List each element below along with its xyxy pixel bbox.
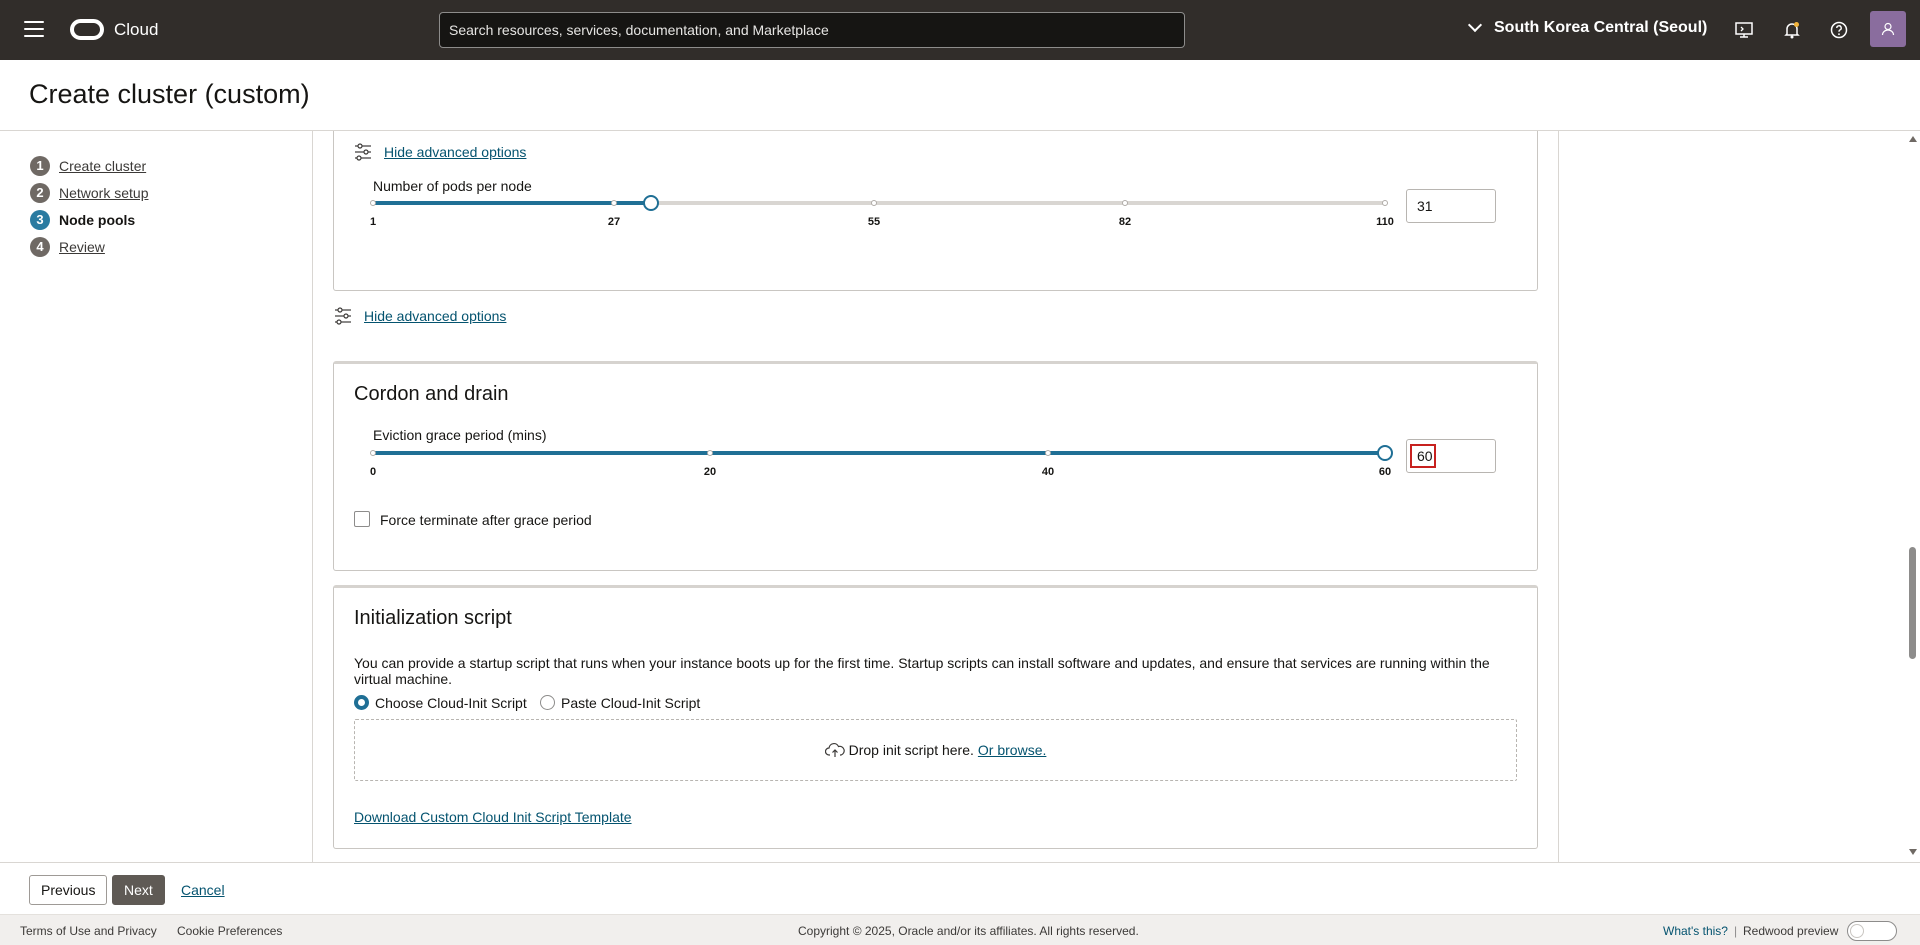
help-icon[interactable] — [1827, 18, 1851, 42]
tick-label: 40 — [1041, 466, 1055, 478]
download-template-link[interactable]: Download Custom Cloud Init Script Templa… — [354, 809, 632, 825]
step-label: Node pools — [59, 211, 136, 228]
tick-label: 27 — [607, 216, 621, 228]
eviction-grace-label: Eviction grace period (mins) — [373, 427, 547, 443]
footer: Terms of Use and Privacy Cookie Preferen… — [0, 914, 1920, 945]
hide-advanced-options-link-2[interactable]: Hide advanced options — [334, 307, 506, 325]
init-script-panel: Initialization script You can provide a … — [333, 585, 1538, 849]
step-label: Review — [59, 238, 105, 255]
highlight-box — [1410, 444, 1436, 468]
step-number: 4 — [30, 236, 50, 257]
cancel-link[interactable]: Cancel — [181, 882, 225, 898]
scroll-up-arrow[interactable] — [1909, 136, 1917, 142]
tick-label: 110 — [1376, 216, 1394, 228]
step-number: 2 — [30, 182, 50, 203]
tick-label: 1 — [369, 216, 377, 228]
tick-label: 60 — [1378, 466, 1392, 478]
choose-script-label: Choose Cloud-Init Script — [375, 695, 527, 711]
slider-thumb[interactable] — [643, 195, 659, 211]
browse-link[interactable]: Or browse. — [978, 742, 1046, 758]
step-number: 1 — [30, 155, 50, 176]
link-text: Hide advanced options — [364, 308, 507, 324]
init-script-dropzone[interactable]: Drop init script here. Or browse. — [354, 719, 1517, 781]
sliders-icon — [335, 307, 351, 325]
tick-label: 82 — [1118, 216, 1132, 228]
oracle-logo[interactable] — [70, 19, 104, 40]
vertical-scrollbar[interactable] — [1906, 131, 1920, 862]
user-avatar[interactable] — [1870, 11, 1906, 47]
pods-per-node-label: Number of pods per node — [373, 178, 532, 194]
top-navigation-bar: Cloud South Korea Central (Seoul) — [0, 0, 1920, 60]
force-terminate-checkbox[interactable] — [354, 511, 370, 527]
menu-icon[interactable] — [24, 21, 44, 37]
copyright-text: Copyright © 2025, Oracle and/or its affi… — [798, 924, 1139, 938]
main-content: Hide advanced options Number of pods per… — [313, 131, 1558, 862]
force-terminate-label: Force terminate after grace period — [380, 512, 592, 528]
pods-per-node-input[interactable] — [1406, 189, 1496, 223]
action-bar: Previous Next Cancel — [0, 862, 1920, 914]
scroll-down-arrow[interactable] — [1909, 849, 1917, 855]
pods-per-node-slider[interactable]: 1 27 55 82 110 — [370, 194, 1394, 228]
paste-script-label: Paste Cloud-Init Script — [561, 695, 701, 711]
region-selector[interactable]: South Korea Central (Seoul) — [1467, 17, 1708, 37]
step-review[interactable]: 4 Review — [30, 233, 148, 260]
step-network-setup[interactable]: 2 Network setup — [30, 179, 148, 206]
init-description: You can provide a startup script that ru… — [354, 655, 1490, 687]
tick-label: 55 — [867, 216, 881, 228]
step-label: Network setup — [59, 184, 149, 201]
page-title: Create cluster (custom) — [29, 79, 310, 109]
hide-advanced-options-link[interactable]: Hide advanced options — [354, 143, 526, 161]
step-create-cluster[interactable]: 1 Create cluster — [30, 152, 148, 179]
page-header: Create cluster (custom) — [0, 60, 1920, 131]
section-title: Initialization script — [354, 607, 512, 629]
sliders-icon — [355, 143, 371, 161]
region-label: South Korea Central (Seoul) — [1494, 19, 1708, 36]
terms-link[interactable]: Terms of Use and Privacy — [20, 924, 157, 938]
tick-label: 0 — [369, 466, 377, 478]
tick-label: 20 — [703, 466, 717, 478]
search-input[interactable] — [439, 12, 1185, 48]
section-title: Cordon and drain — [354, 383, 509, 405]
choose-script-radio[interactable] — [354, 695, 369, 710]
next-button[interactable]: Next — [112, 875, 165, 905]
link-text: Hide advanced options — [384, 144, 527, 160]
brand-name[interactable]: Cloud — [114, 20, 158, 40]
divider — [1558, 131, 1559, 862]
redwood-preview-label: Redwood preview — [1743, 924, 1839, 938]
user-icon — [1881, 22, 1895, 36]
step-number: 3 — [30, 209, 50, 230]
scroll-thumb[interactable] — [1909, 547, 1916, 659]
slider-thumb[interactable] — [1377, 445, 1393, 461]
drop-text: Drop init script here. — [848, 742, 974, 758]
cookie-preferences-link[interactable]: Cookie Preferences — [177, 924, 282, 938]
eviction-grace-slider[interactable]: 0 20 40 60 — [370, 444, 1393, 478]
step-label: Create cluster — [59, 157, 147, 174]
footer-separator: | — [1734, 924, 1738, 938]
notification-bell-icon[interactable] — [1780, 18, 1804, 42]
step-node-pools[interactable]: 3 Node pools — [30, 206, 148, 233]
previous-button[interactable]: Previous — [29, 875, 108, 905]
pods-panel: Hide advanced options Number of pods per… — [333, 131, 1538, 291]
wizard-steps: 1 Create cluster 2 Network setup 3 Node … — [30, 152, 148, 260]
paste-script-radio[interactable] — [540, 695, 555, 710]
whats-this-link[interactable]: What's this? — [1663, 924, 1728, 938]
cloud-shell-icon[interactable] — [1732, 18, 1756, 42]
upload-cloud-icon — [824, 743, 845, 757]
redwood-preview-toggle[interactable] — [1847, 921, 1897, 941]
chevron-down-icon — [1467, 17, 1483, 33]
cordon-drain-panel: Cordon and drain Eviction grace period (… — [333, 361, 1538, 571]
